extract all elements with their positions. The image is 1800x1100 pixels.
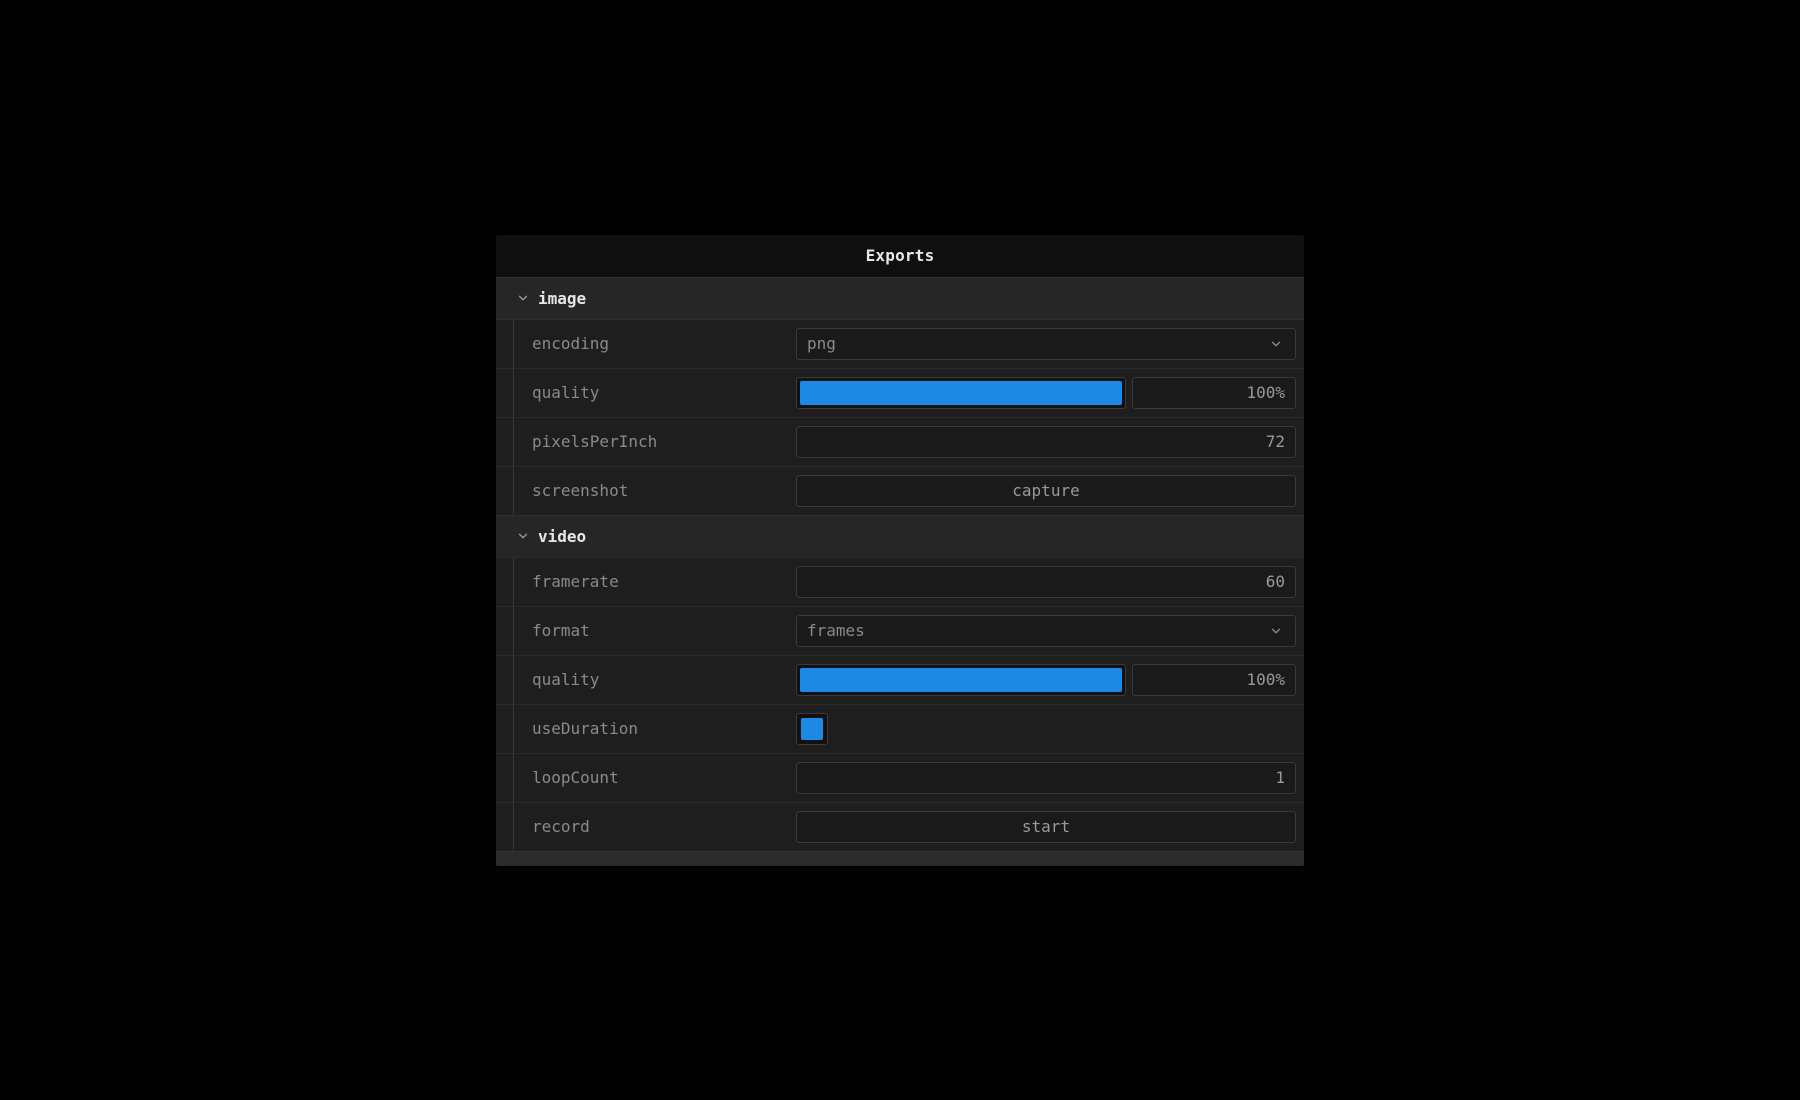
chevron-down-icon — [516, 291, 530, 305]
encoding-select-value: png — [807, 334, 836, 353]
row-record: record start — [496, 803, 1304, 851]
row-screenshot: screenshot capture — [496, 467, 1304, 515]
format-select-value: frames — [807, 621, 865, 640]
label-video-quality: quality — [532, 670, 796, 689]
chevron-down-icon — [1269, 624, 1283, 638]
label-image-quality: quality — [532, 383, 796, 402]
framerate-input[interactable]: 60 — [796, 566, 1296, 598]
image-quality-slider-fill — [800, 381, 1122, 405]
image-rows: encoding png quality 100% pixelsPerInc — [496, 320, 1304, 515]
label-loop-count: loopCount — [532, 768, 796, 787]
label-record: record — [532, 817, 796, 836]
row-loop-count: loopCount 1 — [496, 754, 1304, 803]
section-header-video[interactable]: video — [496, 515, 1304, 558]
label-use-duration: useDuration — [532, 719, 796, 738]
label-format: format — [532, 621, 796, 640]
row-image-quality: quality 100% — [496, 369, 1304, 418]
panel-footer-bar — [496, 851, 1304, 866]
loop-count-input[interactable]: 1 — [796, 762, 1296, 794]
row-format: format frames — [496, 607, 1304, 656]
capture-button[interactable]: capture — [796, 475, 1296, 507]
row-pixels-per-inch: pixelsPerInch 72 — [496, 418, 1304, 467]
use-duration-checkbox[interactable] — [796, 713, 828, 745]
label-screenshot: screenshot — [532, 481, 796, 500]
exports-panel: Exports image encoding png quality — [496, 235, 1304, 866]
panel-title: Exports — [496, 235, 1304, 277]
checkbox-checked-fill — [801, 718, 823, 740]
image-quality-readout[interactable]: 100% — [1132, 377, 1296, 409]
section-title-video: video — [538, 527, 586, 546]
row-use-duration: useDuration — [496, 705, 1304, 754]
row-image-encoding: encoding png — [496, 320, 1304, 369]
section-title-image: image — [538, 289, 586, 308]
pixels-per-inch-input[interactable]: 72 — [796, 426, 1296, 458]
encoding-select[interactable]: png — [796, 328, 1296, 360]
label-framerate: framerate — [532, 572, 796, 591]
format-select[interactable]: frames — [796, 615, 1296, 647]
row-framerate: framerate 60 — [496, 558, 1304, 607]
video-quality-slider[interactable] — [796, 664, 1126, 696]
row-video-quality: quality 100% — [496, 656, 1304, 705]
section-header-image[interactable]: image — [496, 277, 1304, 320]
chevron-down-icon — [516, 529, 530, 543]
label-pixels-per-inch: pixelsPerInch — [532, 432, 796, 451]
start-button[interactable]: start — [796, 811, 1296, 843]
label-encoding: encoding — [532, 334, 796, 353]
video-rows: framerate 60 format frames quality — [496, 558, 1304, 851]
video-quality-readout[interactable]: 100% — [1132, 664, 1296, 696]
chevron-down-icon — [1269, 337, 1283, 351]
video-quality-slider-fill — [800, 668, 1122, 692]
image-quality-slider[interactable] — [796, 377, 1126, 409]
